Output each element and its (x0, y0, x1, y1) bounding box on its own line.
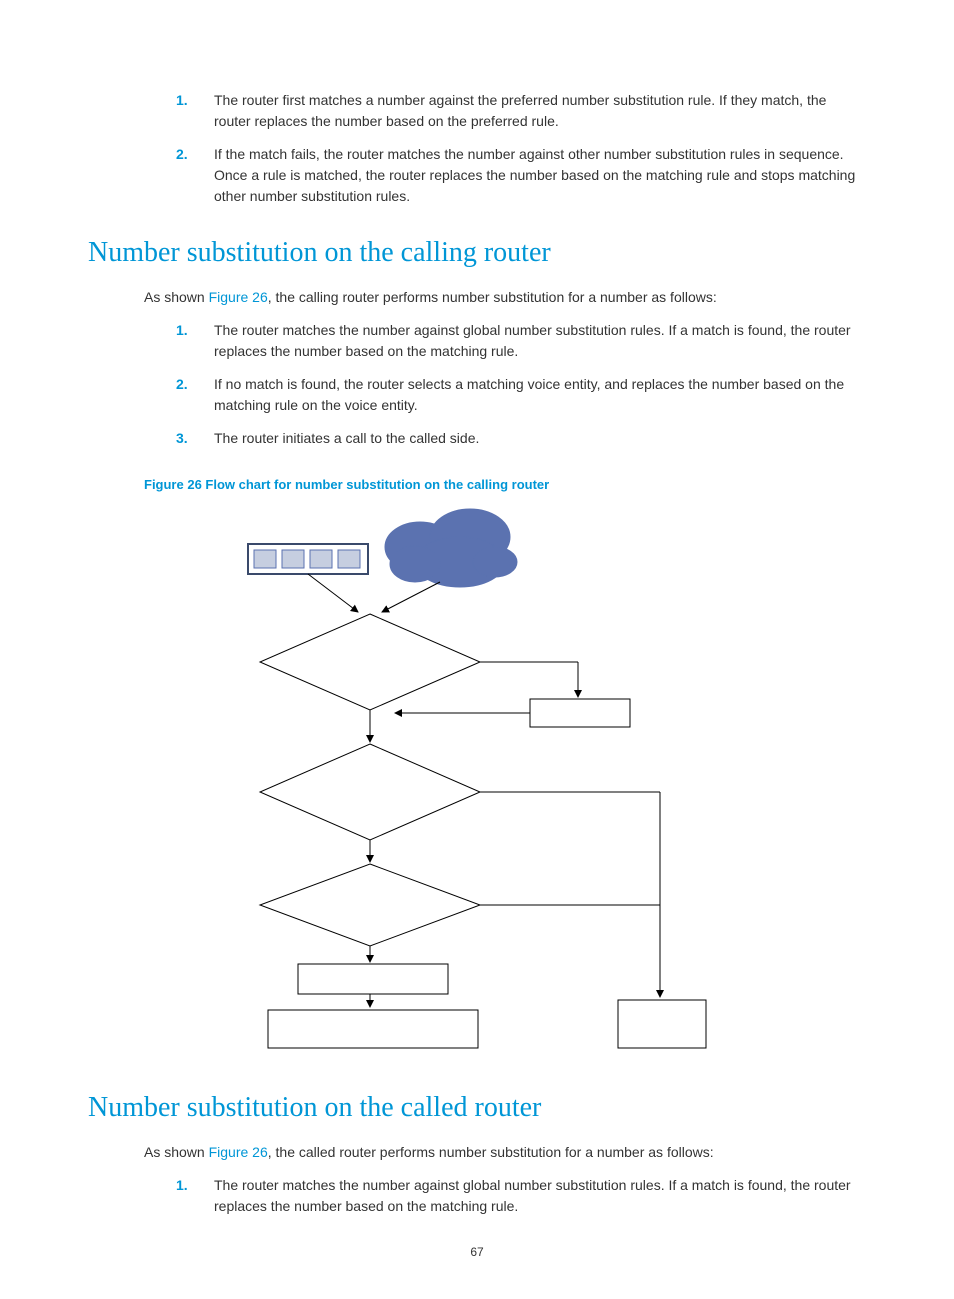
figure-caption: Figure 26 Flow chart for number substitu… (144, 477, 866, 492)
intro-prefix: As shown (144, 289, 209, 305)
figure-link[interactable]: Figure 26 (209, 289, 268, 305)
section2-steps: The router matches the number against gl… (88, 1175, 866, 1217)
intro-suffix: , the called router performs number subs… (268, 1144, 714, 1160)
list-item: If the match fails, the router matches t… (176, 144, 866, 207)
list-item: The router matches the number against gl… (176, 320, 866, 362)
intro-suffix: , the calling router performs number sub… (268, 289, 717, 305)
list-item: The router first matches a number agains… (176, 90, 866, 132)
list-item: The router initiates a call to the calle… (176, 428, 866, 449)
section2-intro: As shown Figure 26, the called router pe… (144, 1142, 866, 1163)
section-heading: Number substitution on the calling route… (88, 237, 866, 269)
figure-link[interactable]: Figure 26 (209, 1144, 268, 1160)
intro-prefix: As shown (144, 1144, 209, 1160)
list-item: The router matches the number against gl… (176, 1175, 866, 1217)
list-item: If no match is found, the router selects… (176, 374, 866, 416)
section1-steps: The router matches the number against gl… (88, 320, 866, 449)
flowchart-figure (160, 502, 760, 1062)
pre-list: The router first matches a number agains… (88, 90, 866, 207)
page-number: 67 (88, 1245, 866, 1259)
section-heading: Number substitution on the called router (88, 1092, 866, 1124)
section1-intro: As shown Figure 26, the calling router p… (144, 287, 866, 308)
